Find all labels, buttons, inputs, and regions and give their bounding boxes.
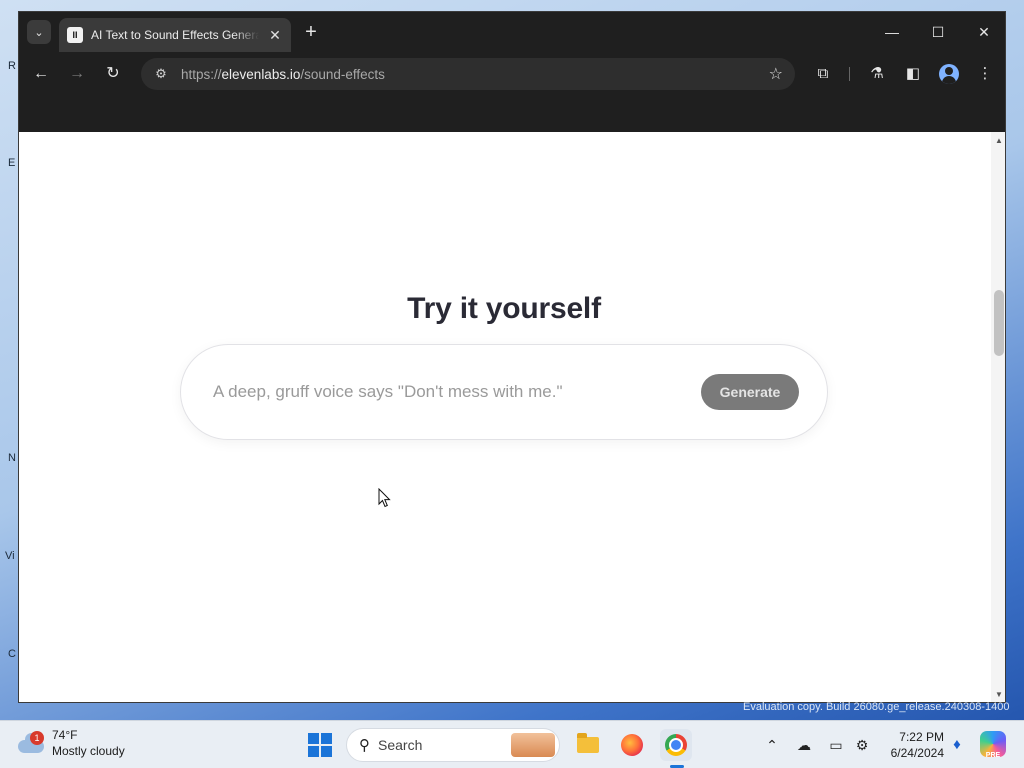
minimize-button[interactable]: —: [869, 20, 915, 44]
profile-icon: [939, 64, 959, 84]
generate-button[interactable]: Generate: [701, 374, 799, 410]
firefox-button[interactable]: [616, 729, 648, 761]
labs-icon[interactable]: ⚗: [865, 62, 889, 86]
weather-temperature: 74°F: [52, 728, 78, 742]
site-info-icon[interactable]: ⚙: [145, 66, 177, 82]
network-icon[interactable]: ⚙: [852, 735, 872, 755]
cloud-off-icon[interactable]: ☁: [794, 735, 814, 755]
start-button[interactable]: [308, 733, 332, 757]
tab-strip: ⌄ II AI Text to Sound Effects Generator …: [19, 12, 1005, 52]
prompt-input[interactable]: [213, 375, 693, 409]
system-clock[interactable]: 7:22 PM 6/24/2024: [882, 729, 944, 761]
prompt-container: Generate: [180, 344, 828, 440]
display-icon[interactable]: ▭: [826, 735, 846, 755]
back-button[interactable]: ←: [29, 62, 53, 86]
copilot-icon[interactable]: PRE: [980, 731, 1006, 759]
url-scheme: https://: [181, 66, 222, 82]
scroll-thumb[interactable]: [994, 290, 1004, 356]
chevron-down-icon: ⌄: [34, 26, 44, 39]
search-label: Search: [378, 737, 423, 753]
firefox-icon: [621, 734, 643, 756]
reload-button[interactable]: ↻: [101, 62, 125, 86]
desktop-icon-label: E: [8, 157, 16, 169]
bookmark-bar: [19, 96, 1005, 132]
chrome-icon: [665, 734, 687, 756]
extensions-icon[interactable]: ⧉: [811, 62, 835, 86]
cloud-icon: 1: [16, 731, 46, 754]
scroll-up-icon[interactable]: ▲: [991, 134, 1005, 148]
page-title: Try it yourself: [407, 292, 601, 325]
taskbar: 1 74°F Mostly cloudy ⚲ Search ⌃ ☁ ▭ ⚙ 7:…: [0, 720, 1024, 768]
side-panel-icon[interactable]: ◧: [901, 62, 925, 86]
search-icon: ⚲: [359, 737, 370, 754]
desktop-icon-label: Vi: [5, 550, 15, 562]
bookmark-star-icon[interactable]: ☆: [769, 64, 783, 84]
desktop-edge: R E N Vi C: [0, 0, 18, 720]
taskbar-search[interactable]: ⚲ Search: [346, 728, 560, 762]
tab-favicon-icon: II: [67, 27, 83, 43]
copilot-badge: PRE: [985, 752, 1001, 759]
folder-icon: [577, 733, 599, 753]
search-highlight-image: [511, 733, 555, 757]
browser-toolbar: ← → ↻ ⚙ https://elevenlabs.io/sound-effe…: [19, 52, 1005, 96]
url-path: /sound-effects: [300, 66, 385, 82]
weather-widget[interactable]: 1 74°F Mostly cloudy: [16, 727, 125, 759]
mouse-pointer-icon: [378, 488, 391, 508]
page-viewport: Try it yourself Generate ▲ ▼: [19, 132, 1005, 702]
desktop-icon-label: R: [8, 60, 16, 72]
page-scrollbar[interactable]: ▲ ▼: [991, 132, 1005, 702]
clock-date: 6/24/2024: [890, 746, 944, 760]
close-icon[interactable]: ✕: [267, 27, 283, 44]
browser-menu-icon[interactable]: ⋮: [973, 62, 997, 86]
toolbar-divider: [849, 67, 850, 81]
weather-condition: Mostly cloudy: [52, 744, 125, 758]
clock-time: 7:22 PM: [899, 730, 944, 744]
bell-icon[interactable]: ♦: [948, 735, 966, 755]
tab-search-button[interactable]: ⌄: [27, 20, 51, 44]
new-tab-button[interactable]: +: [299, 20, 323, 44]
browser-window: ⌄ II AI Text to Sound Effects Generator …: [18, 11, 1006, 703]
url-host: elevenlabs.io: [221, 66, 301, 82]
forward-button[interactable]: →: [65, 62, 89, 86]
profile-avatar[interactable]: [937, 62, 961, 86]
os-watermark: Evaluation copy. Build 26080.ge_release.…: [743, 701, 1010, 713]
chrome-button[interactable]: [660, 729, 692, 761]
address-bar[interactable]: ⚙ https://elevenlabs.io/sound-effects ☆: [141, 58, 795, 90]
desktop-icon-label: C: [8, 648, 16, 660]
url-text[interactable]: https://elevenlabs.io/sound-effects: [181, 67, 385, 82]
browser-tab[interactable]: II AI Text to Sound Effects Generator ✕: [59, 18, 291, 52]
maximize-button[interactable]: ☐: [915, 20, 961, 44]
file-explorer-button[interactable]: [572, 729, 604, 761]
close-window-button[interactable]: ✕: [961, 20, 1005, 44]
scroll-down-icon[interactable]: ▼: [991, 688, 1005, 702]
notification-badge: 1: [30, 731, 44, 745]
desktop-icon-label: N: [8, 452, 16, 464]
tab-title: AI Text to Sound Effects Generator: [91, 28, 259, 42]
chevron-up-icon[interactable]: ⌃: [762, 735, 782, 755]
